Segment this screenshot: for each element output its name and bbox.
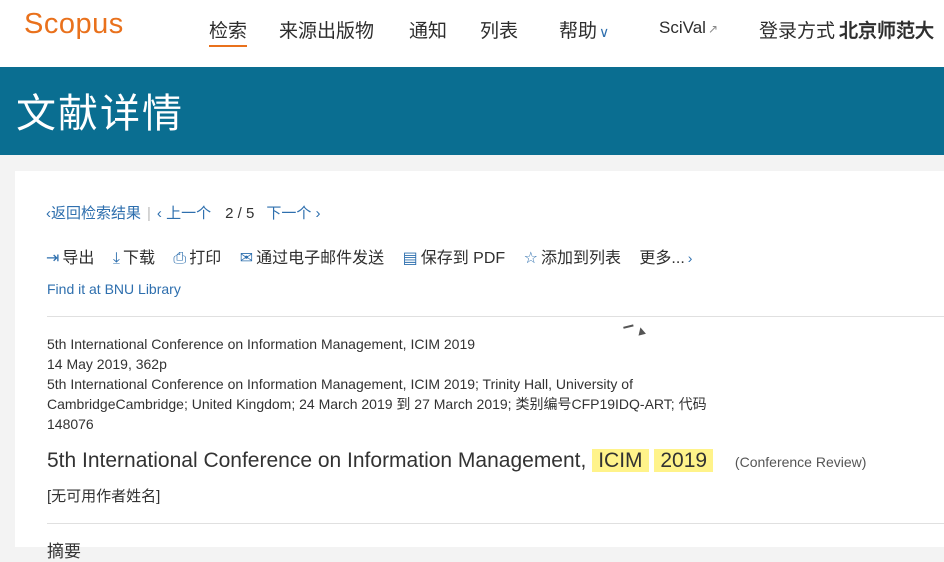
document-details-card: ‹返回检索结果 | ‹ 上一个 2 / 5 下一个 › ⇥ 导出 ⤓ 下载 ⎙ 打印 ✉ 通过电… (15, 171, 944, 561)
previous-label: 上一个 (166, 205, 212, 222)
page-title: 文献详情 (16, 92, 184, 136)
highlight-term: 2019 (654, 449, 714, 472)
more-label: 更多... (639, 250, 685, 267)
print-button[interactable]: ⎙ 打印 (173, 244, 221, 268)
add-to-list-label: 添加到列表 (540, 250, 621, 267)
more-button[interactable]: 更多... › (639, 244, 692, 268)
document-toolbar: ⇥ 导出 ⤓ 下载 ⎙ 打印 ✉ 通过电子邮件发送 ▤ 保存到 PDF ☆ 添加到列表 更多… (46, 244, 706, 268)
scopus-logo[interactable]: Scopus (24, 8, 124, 41)
external-link-icon: ↗ (707, 22, 718, 36)
nav-scival-label: SciVal (659, 18, 706, 37)
nav-lists[interactable]: 列表 (480, 16, 518, 43)
next-label: 下一个 (266, 205, 312, 222)
export-label: 导出 (62, 250, 95, 267)
highlight-term: ICIM (592, 449, 649, 472)
download-button[interactable]: ⤓ 下载 (113, 244, 155, 268)
nav-alerts[interactable]: 通知 (409, 16, 447, 43)
top-navigation: Scopus 检索 来源出版物 通知 列表 帮助 ∨ SciVal ↗ 登录方式 北京… (0, 0, 944, 67)
current-index: 2 (225, 205, 234, 222)
divider (47, 523, 944, 524)
email-button[interactable]: ✉ 通过电子邮件发送 (240, 244, 384, 268)
download-label: 下载 (122, 250, 155, 267)
total-count: 5 (245, 205, 255, 222)
star-icon: ☆ (523, 250, 538, 267)
nav-login[interactable]: 登录方式 北京师范大 (759, 16, 934, 43)
chevron-right-icon: › (687, 250, 693, 266)
nav-scival[interactable]: SciVal ↗ (659, 18, 718, 38)
previous-result-link[interactable]: ‹ 上一个 (157, 205, 211, 222)
print-icon: ⎙ (173, 250, 187, 267)
pdf-icon: ▤ (402, 250, 418, 267)
print-label: 打印 (189, 250, 222, 267)
download-icon: ⤓ (112, 250, 120, 267)
page-header: 文献详情 (0, 67, 944, 155)
find-it-library-link[interactable]: Find it at BNU Library (47, 281, 181, 297)
login-label: 登录方式 (759, 21, 836, 42)
chevron-right-icon: › (311, 205, 321, 222)
institution-name: 北京师范大 (839, 21, 935, 42)
conference-info: 5th International Conference on Informat… (47, 376, 707, 432)
chevron-down-icon: ∨ (599, 24, 610, 40)
source-title: 5th International Conference on Informat… (47, 336, 476, 352)
publication-date: 14 May 2019, 362p (47, 356, 167, 372)
export-icon: ⇥ (46, 250, 60, 267)
nav-help[interactable]: 帮助 ∨ (559, 16, 609, 43)
chevron-left-icon: ‹ (156, 205, 167, 222)
divider: | (147, 205, 151, 222)
add-to-list-button[interactable]: ☆ 添加到列表 (524, 244, 621, 268)
nav-help-label: 帮助 (559, 21, 598, 42)
document-title-text: 5th International Conference on Informat… (47, 449, 587, 472)
document-title: 5th International Conference on Informat… (47, 449, 866, 473)
back-to-results-link[interactable]: ‹返回检索结果 (46, 205, 141, 222)
result-pager: ‹返回检索结果 | ‹ 上一个 2 / 5 下一个 › (46, 202, 321, 223)
save-pdf-button[interactable]: ▤ 保存到 PDF (403, 244, 506, 268)
document-type: (Conference Review) (734, 454, 867, 470)
email-icon: ✉ (239, 250, 254, 267)
save-pdf-label: 保存到 PDF (420, 250, 506, 267)
authors: [无可用作者姓名] (47, 488, 161, 505)
email-label: 通过电子邮件发送 (256, 250, 385, 267)
divider (47, 316, 944, 317)
next-result-link[interactable]: 下一个 › (266, 205, 320, 222)
export-button[interactable]: ⇥ 导出 (46, 244, 94, 268)
nav-sources[interactable]: 来源出版物 (279, 16, 374, 43)
back-to-results-label: 返回检索结果 (51, 205, 142, 222)
abstract-heading: 摘要 (47, 542, 81, 561)
nav-search[interactable]: 检索 (209, 16, 248, 47)
result-position: 2 / 5 (225, 205, 255, 222)
source-metadata: 5th International Conference on Informat… (47, 334, 747, 434)
